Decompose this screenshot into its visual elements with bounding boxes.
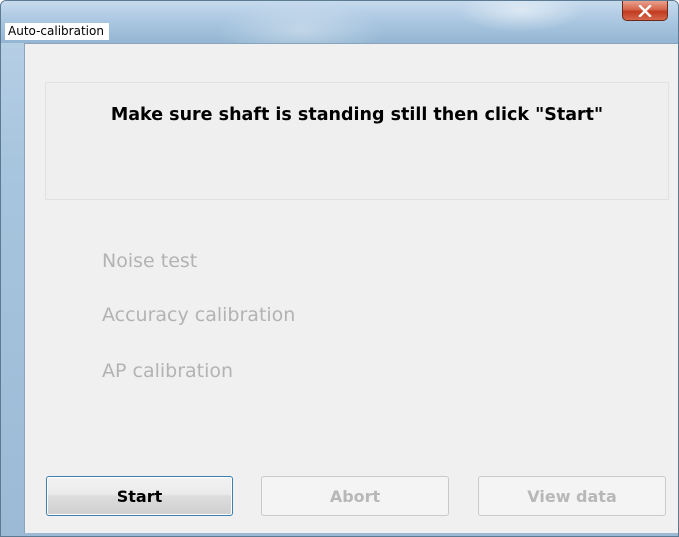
step-accuracy-calibration: Accuracy calibration: [102, 304, 296, 326]
start-button[interactable]: Start: [46, 476, 233, 516]
instruction-text: Make sure shaft is standing still then c…: [110, 105, 604, 125]
dialog-client-area: Make sure shaft is standing still then c…: [24, 43, 678, 533]
close-icon: [638, 4, 652, 17]
auto-calibration-window: Auto-calibration Make sure shaft is stan…: [0, 0, 679, 537]
step-ap-calibration: AP calibration: [102, 360, 234, 382]
instruction-panel: Make sure shaft is standing still then c…: [45, 82, 669, 200]
step-noise-test: Noise test: [102, 250, 198, 272]
window-title: Auto-calibration: [5, 23, 109, 40]
view-data-button[interactable]: View data: [478, 476, 666, 516]
abort-button[interactable]: Abort: [261, 476, 449, 516]
title-bar[interactable]: Auto-calibration: [1, 1, 678, 43]
close-button[interactable]: [622, 1, 668, 21]
